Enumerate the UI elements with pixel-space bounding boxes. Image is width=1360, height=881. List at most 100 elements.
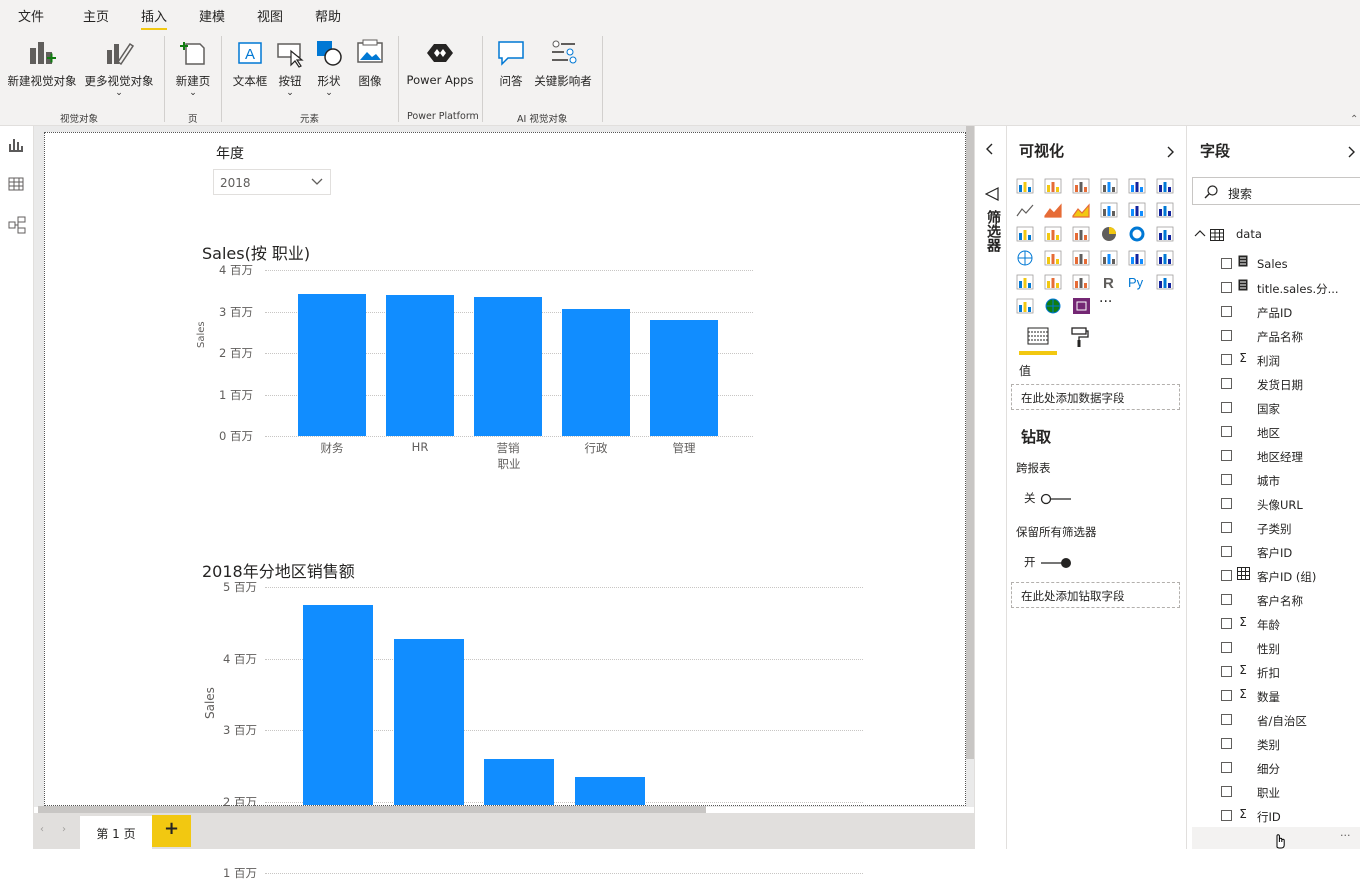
- canvas-vertical-scrollbar[interactable]: [966, 126, 974, 759]
- menu-modeling[interactable]: 建模: [199, 6, 225, 25]
- field-row[interactable]: 产品ID: [1188, 300, 1360, 324]
- field-checkbox[interactable]: [1221, 618, 1232, 629]
- new-page-button[interactable]: 新建页 ⌄: [170, 36, 216, 98]
- row-more-options[interactable]: ···: [1340, 829, 1351, 842]
- field-row[interactable]: 地区经理: [1188, 444, 1360, 468]
- field-row[interactable]: 类别: [1188, 732, 1360, 756]
- menu-help[interactable]: 帮助: [315, 6, 341, 25]
- field-checkbox[interactable]: [1221, 522, 1232, 533]
- custom-visual-visual-icon[interactable]: [1072, 298, 1090, 314]
- field-checkbox[interactable]: [1221, 570, 1232, 581]
- filled-map-visual-icon[interactable]: [1044, 250, 1062, 266]
- kpi-visual-icon[interactable]: [1156, 250, 1174, 266]
- image-button[interactable]: 图像: [353, 36, 387, 89]
- add-page-button[interactable]: +: [152, 815, 191, 847]
- field-row[interactable]: 城市: [1188, 468, 1360, 492]
- tab-page-1[interactable]: 第 1 页: [80, 816, 152, 849]
- r-visual-visual-icon[interactable]: R: [1100, 274, 1118, 292]
- drill-drop-zone[interactable]: 在此处添加钻取字段: [1011, 582, 1180, 608]
- chevron-right-icon[interactable]: ›: [62, 824, 66, 835]
- field-row[interactable]: 头像URL: [1188, 492, 1360, 516]
- stacked-area-visual-icon[interactable]: [1072, 202, 1090, 218]
- field-row[interactable]: 发货日期: [1188, 372, 1360, 396]
- bar[interactable]: [574, 776, 645, 805]
- shapes-button[interactable]: 形状 ⌄: [313, 36, 345, 98]
- report-view-icon[interactable]: [8, 136, 24, 156]
- arcgis-map-visual-icon[interactable]: [1044, 298, 1062, 314]
- field-row[interactable]: 细分: [1188, 756, 1360, 780]
- more-visuals-button[interactable]: 更多视觉对象 ⌄: [81, 36, 157, 98]
- field-checkbox[interactable]: [1221, 282, 1232, 293]
- field-row[interactable]: 客户ID (组): [1188, 564, 1360, 588]
- 100-stacked-bar-visual-icon[interactable]: [1128, 178, 1146, 194]
- field-checkbox[interactable]: [1221, 402, 1232, 413]
- scatter-visual-icon[interactable]: [1072, 226, 1090, 242]
- bar[interactable]: [484, 758, 554, 805]
- field-row[interactable]: Σ 折扣: [1188, 660, 1360, 684]
- field-row[interactable]: 国家: [1188, 396, 1360, 420]
- field-checkbox[interactable]: [1221, 786, 1232, 797]
- bar[interactable]: [474, 296, 542, 436]
- chevron-right-icon[interactable]: [1348, 143, 1356, 162]
- field-checkbox[interactable]: [1221, 450, 1232, 461]
- field-checkbox[interactable]: [1221, 354, 1232, 365]
- field-checkbox[interactable]: [1221, 762, 1232, 773]
- cross-report-toggle[interactable]: [1040, 490, 1072, 509]
- gauge-visual-icon[interactable]: [1072, 250, 1090, 266]
- field-row[interactable]: Σ 年龄: [1188, 612, 1360, 636]
- clustered-bar-visual-icon[interactable]: [1072, 178, 1090, 194]
- line-clustered-column-visual-icon[interactable]: [1128, 202, 1146, 218]
- viz-more[interactable]: ···: [1099, 294, 1112, 310]
- field-checkbox[interactable]: [1221, 426, 1232, 437]
- qa-button[interactable]: 问答: [495, 36, 527, 89]
- waterfall-visual-icon[interactable]: [1016, 226, 1034, 242]
- bar[interactable]: [303, 604, 373, 805]
- card-visual-icon[interactable]: [1100, 250, 1118, 266]
- data-view-icon[interactable]: [8, 176, 24, 196]
- field-row[interactable]: 职业: [1188, 780, 1360, 804]
- donut-visual-icon[interactable]: [1128, 226, 1146, 242]
- 100-stacked-column-visual-icon[interactable]: [1156, 178, 1174, 194]
- canvas-horizontal-scrollbar[interactable]: [38, 806, 706, 813]
- field-row[interactable]: 产品名称: [1188, 324, 1360, 348]
- field-checkbox[interactable]: [1221, 474, 1232, 485]
- field-checkbox[interactable]: [1221, 546, 1232, 557]
- pie-visual-icon[interactable]: [1100, 226, 1118, 242]
- qa-visual-visual-icon[interactable]: [1016, 298, 1034, 314]
- field-checkbox[interactable]: [1221, 666, 1232, 677]
- model-view-icon[interactable]: [8, 216, 26, 238]
- stacked-column-visual-icon[interactable]: [1044, 178, 1062, 194]
- bar[interactable]: [650, 320, 718, 436]
- collapse-ribbon-icon[interactable]: ⌃: [1350, 114, 1358, 125]
- power-apps-button[interactable]: Power Apps: [405, 36, 475, 87]
- field-checkbox[interactable]: [1221, 306, 1232, 317]
- field-checkbox[interactable]: [1221, 594, 1232, 605]
- bar[interactable]: [393, 639, 464, 805]
- line-visual-icon[interactable]: [1016, 202, 1034, 218]
- field-row[interactable]: Σ 行ID: [1188, 804, 1360, 828]
- field-checkbox[interactable]: [1221, 642, 1232, 653]
- field-row[interactable]: Σ 数量: [1188, 684, 1360, 708]
- treemap-visual-icon[interactable]: [1156, 226, 1174, 242]
- field-row[interactable]: title.sales.分...: [1188, 276, 1360, 300]
- field-row[interactable]: Σ 利润: [1188, 348, 1360, 372]
- field-row[interactable]: 地区: [1188, 420, 1360, 444]
- field-checkbox[interactable]: [1221, 810, 1232, 821]
- stacked-bar-visual-icon[interactable]: [1016, 178, 1034, 194]
- field-checkbox[interactable]: [1221, 258, 1232, 269]
- field-checkbox[interactable]: [1221, 714, 1232, 725]
- fields-search-input[interactable]: 搜索: [1192, 177, 1360, 205]
- format-paint-roller-icon[interactable]: [1069, 326, 1089, 352]
- line-stacked-column-visual-icon[interactable]: [1100, 202, 1118, 218]
- slicer-visual-icon[interactable]: [1016, 274, 1034, 290]
- chevron-left-icon[interactable]: [986, 140, 994, 159]
- keep-filters-toggle[interactable]: [1040, 554, 1072, 573]
- button-button[interactable]: 按钮 ⌄: [274, 36, 306, 98]
- table-node-data[interactable]: data: [1192, 224, 1360, 244]
- year-slicer-dropdown[interactable]: 2018: [213, 169, 331, 195]
- python-visual-visual-icon[interactable]: Py: [1128, 274, 1146, 290]
- fields-well-icon[interactable]: [1027, 326, 1049, 350]
- field-row[interactable]: 性别: [1188, 636, 1360, 660]
- field-row[interactable]: Sales: [1188, 252, 1360, 276]
- field-checkbox[interactable]: [1221, 498, 1232, 509]
